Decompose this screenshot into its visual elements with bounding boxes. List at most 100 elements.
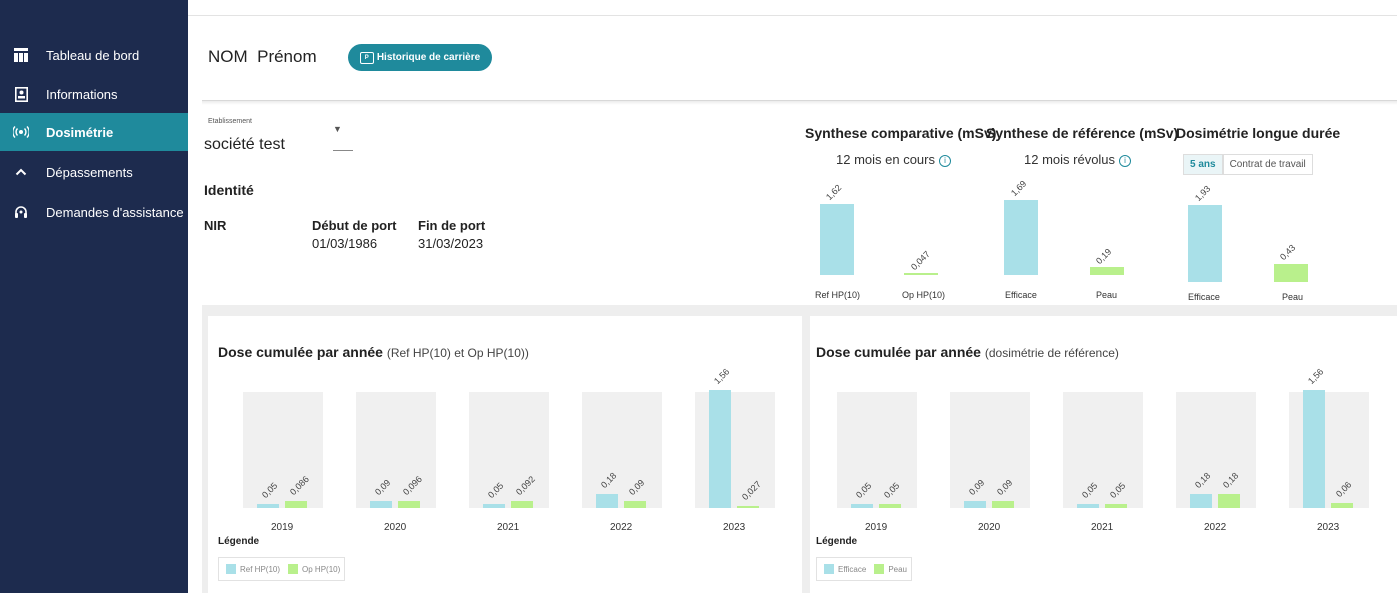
year-bar-efficace	[1303, 390, 1325, 508]
headset-icon	[10, 205, 32, 219]
establishment-label: Etablissement	[208, 118, 252, 125]
chart-right-legend-title: Légende	[816, 536, 858, 547]
radiation-icon	[10, 126, 32, 138]
legend-swatch-green	[874, 564, 885, 574]
year-label: 2020	[978, 522, 1001, 533]
comparative-label-op: Op HP(10)	[902, 290, 946, 300]
long-term-bar-peau	[1274, 264, 1308, 282]
sidebar-item-label: Demandes d'assistance	[46, 204, 184, 220]
reference-bar-efficace	[1004, 200, 1038, 275]
year-group-background	[1176, 392, 1256, 508]
year-bar-ref-hp-10-	[370, 501, 392, 508]
legend-swatch-blue	[824, 564, 834, 574]
year-label: 2022	[610, 522, 633, 533]
year-label: 2019	[865, 522, 888, 533]
year-bar-ref-hp-10-	[483, 504, 505, 508]
year-label: 2023	[1317, 522, 1340, 533]
reference-subtitle: 12 mois révolus i	[1024, 152, 1132, 167]
chart-left-title: Dose cumulée par année (Ref HP(10) et Op…	[218, 344, 529, 360]
info-icon[interactable]: i	[939, 155, 951, 167]
comparative-bar-ref	[820, 204, 854, 275]
legend-label-op: Op HP(10)	[302, 564, 341, 574]
info-icon[interactable]: i	[1119, 155, 1132, 167]
comparative-value-op: 0,047	[908, 248, 932, 272]
chart-right-legend: Efficace Peau	[816, 557, 912, 581]
caret-down-icon[interactable]: ▼	[333, 124, 342, 134]
long-term-title: Dosimétrie longue durée	[1176, 125, 1341, 141]
nir-label: NIR	[204, 218, 227, 233]
dashboard-icon	[10, 48, 32, 62]
year-bar-op-hp-10-	[624, 501, 646, 508]
year-label: 2020	[384, 522, 407, 533]
sidebar-item-tableau-de-bord[interactable]: Tableau de bord	[0, 36, 188, 74]
chart-right-title: Dose cumulée par année (dosimétrie de ré…	[816, 344, 1119, 360]
sidebar-item-dosimetrie[interactable]: Dosimétrie	[0, 113, 188, 151]
comparative-label-ref: Ref HP(10)	[815, 290, 861, 300]
top-divider	[188, 15, 1397, 16]
chevron-up-icon	[10, 168, 32, 176]
year-bar-ref-hp-10-	[709, 390, 731, 508]
id-card-icon	[10, 86, 32, 102]
long-term-label-efficace: Efficace	[1188, 292, 1220, 302]
sidebar-item-label: Dosimétrie	[46, 124, 114, 140]
year-group-background	[695, 392, 775, 508]
year-bar-peau	[879, 504, 901, 508]
reference-label-efficace: Efficace	[1005, 290, 1037, 300]
year-group-background	[837, 392, 917, 508]
year-bar-ref-hp-10-	[596, 494, 618, 508]
end-date-value: 31/03/2023	[418, 236, 484, 251]
year-bar-peau	[992, 501, 1014, 508]
main-content: NOM Prénom P Historique de carrière Etab…	[188, 0, 1397, 593]
year-bar-op-hp-10-	[398, 500, 420, 508]
long-term-value-peau: 0,43	[1277, 242, 1298, 262]
legend-label-efficace: Efficace	[838, 564, 867, 574]
identity-title: Identité	[204, 182, 254, 198]
tab-5-ans[interactable]: 5 ans	[1183, 154, 1223, 175]
person-name: NOM Prénom	[208, 47, 317, 66]
establishment-select[interactable]: société test	[204, 136, 285, 154]
career-history-button[interactable]: P Historique de carrière	[348, 44, 492, 71]
year-bar-op-hp-10-	[511, 501, 533, 508]
reference-label-peau: Peau	[1096, 290, 1118, 300]
chart-left-legend-title: Légende	[218, 536, 260, 547]
year-label: 2023	[723, 522, 746, 533]
year-bar-peau	[1218, 494, 1240, 508]
long-term-value-efficace: 1,93	[1192, 183, 1213, 203]
reference-value-efficace: 1,69	[1008, 178, 1029, 198]
year-bar-efficace	[851, 504, 873, 508]
sidebar-item-informations[interactable]: Informations	[0, 75, 188, 113]
year-group-background	[469, 392, 549, 508]
sidebar-item-label: Tableau de bord	[46, 47, 140, 63]
sidebar-item-depassements[interactable]: Dépassements	[0, 153, 188, 191]
year-bar-op-hp-10-	[285, 501, 307, 508]
year-label: 2021	[1091, 522, 1114, 533]
year-bar-op-hp-10-	[737, 505, 759, 508]
legend-swatch-blue	[226, 564, 236, 574]
year-bar-efficace	[964, 501, 986, 508]
comparative-bar-op	[904, 273, 938, 275]
year-bar-ref-hp-10-	[257, 504, 279, 508]
sidebar-item-demandes-assistance[interactable]: Demandes d'assistance	[0, 193, 188, 231]
year-group-background	[356, 392, 436, 508]
tab-contrat-de-travail[interactable]: Contrat de travail	[1222, 154, 1313, 175]
end-date-label: Fin de port	[418, 218, 486, 233]
year-group-background	[950, 392, 1030, 508]
year-label: 2021	[497, 522, 520, 533]
year-bar-peau	[1331, 503, 1353, 508]
year-bar-efficace	[1077, 504, 1099, 508]
year-bar-peau	[1105, 504, 1127, 508]
year-label: 2019	[271, 522, 294, 533]
comparative-value-ref: 1,62	[823, 182, 844, 202]
long-term-label-peau: Peau	[1282, 292, 1304, 302]
reference-value-peau: 0,19	[1093, 246, 1114, 266]
year-label: 2022	[1204, 522, 1227, 533]
sidebar-item-label: Informations	[46, 86, 118, 102]
start-date-value: 01/03/1986	[312, 236, 378, 251]
reference-title: Synthese de référence (mSv)	[986, 125, 1179, 141]
long-term-bar-efficace	[1188, 205, 1222, 282]
year-group-background	[1289, 392, 1369, 508]
year-group-background	[243, 392, 323, 508]
sidebar-item-label: Dépassements	[46, 164, 133, 180]
sidebar: Tableau de bord Informations Dosimétrie …	[0, 0, 188, 593]
legend-label-ref: Ref HP(10)	[240, 564, 281, 574]
